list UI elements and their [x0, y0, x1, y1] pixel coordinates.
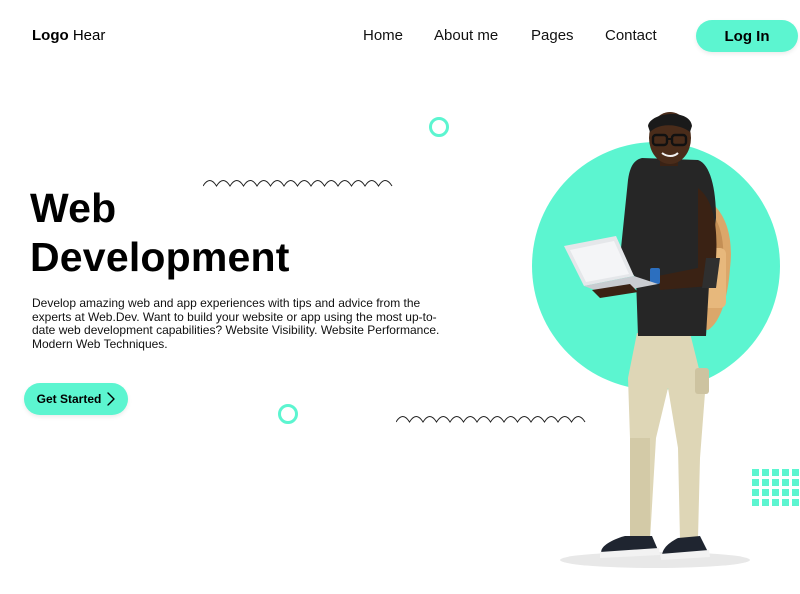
nav-link-home[interactable]: Home — [363, 27, 403, 44]
nav-link-about-me[interactable]: About me — [434, 27, 498, 44]
hero-description: Develop amazing web and app experiences … — [32, 296, 440, 351]
nav-link-contact[interactable]: Contact — [605, 27, 657, 44]
get-started-button[interactable]: Get Started — [24, 383, 128, 415]
hero-title-line-1: Web — [30, 185, 117, 231]
login-button[interactable]: Log In — [696, 20, 798, 52]
nav-link-pages[interactable]: Pages — [531, 27, 574, 44]
top-navigation: Logo Hear Home About me Pages Contact Lo… — [0, 0, 800, 72]
hero-title-line-2: Development — [30, 234, 290, 280]
ring-decoration-icon — [429, 117, 449, 137]
logo-regular-text: Hear — [68, 27, 106, 44]
get-started-label: Get Started — [36, 392, 102, 406]
zigzag-decoration-icon — [203, 180, 393, 187]
developer-illustration — [532, 112, 780, 568]
logo-bold-text: Logo — [32, 27, 69, 44]
ring-decoration-icon — [278, 404, 298, 424]
chevron-right-icon — [107, 392, 116, 406]
hero-title: Web Development — [30, 184, 290, 282]
logo[interactable]: Logo Hear — [32, 27, 105, 44]
